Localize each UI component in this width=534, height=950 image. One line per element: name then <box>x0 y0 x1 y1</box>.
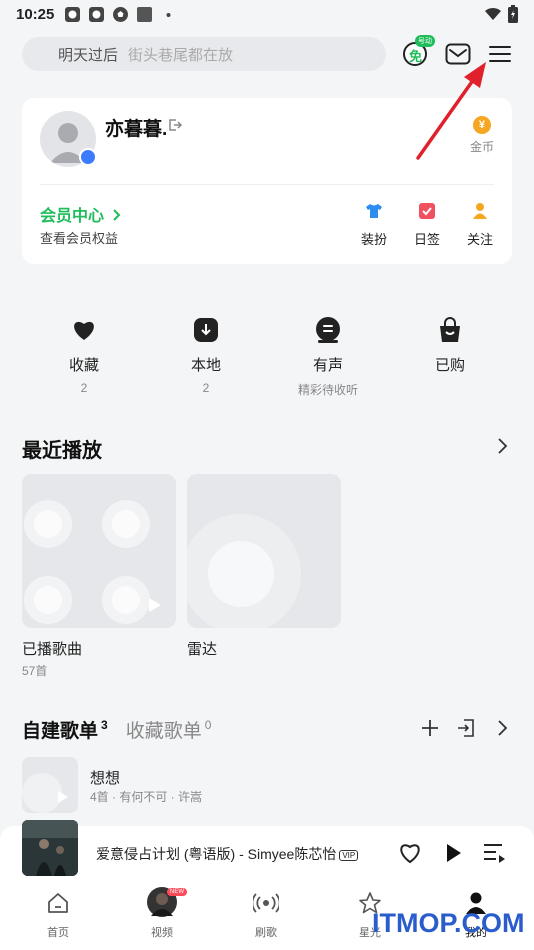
import-playlist-icon[interactable] <box>456 718 476 738</box>
playlist-meta: 4首 · 有何不可 · 许嵩 <box>90 790 203 804</box>
vip-center-label: 会员中心 <box>40 208 105 225</box>
tab-label: 自建歌单 <box>22 721 99 742</box>
divider <box>40 184 494 185</box>
nav-radio[interactable]: 刷歌 <box>231 890 301 940</box>
quick-link-label: 已购 <box>434 357 465 374</box>
square-notification-icon <box>137 6 153 22</box>
search-input[interactable]: 明天过后 街头巷尾都在放 <box>22 37 386 71</box>
audiobook-icon <box>316 317 340 343</box>
quick-link-count: 2 <box>80 381 88 395</box>
follow-button[interactable]: 关注 <box>460 202 500 248</box>
tile-label: 雷达 <box>187 641 218 658</box>
search-hint-secondary: 街头巷尾都在放 <box>128 46 234 64</box>
tile-label: 已播歌曲 <box>22 641 83 658</box>
song-name: 爱意侵占计划 (粤语版) - Simyee陈芯怡 <box>96 846 337 862</box>
playlist-tabs: 自建歌单 3 收藏歌单 0 <box>22 716 211 743</box>
now-playing-title[interactable]: 爱意侵占计划 (粤语版) - Simyee陈芯怡 VIP <box>96 844 359 864</box>
vip-center-link[interactable]: 会员中心 <box>40 202 122 226</box>
verified-badge-icon <box>79 148 97 166</box>
playlist-cover[interactable] <box>22 757 78 813</box>
nav-badge-new: NEW <box>167 888 187 896</box>
status-bar: 10:25 <box>0 0 534 28</box>
nav-video[interactable]: NEW 视频 <box>127 887 197 940</box>
quick-link-count: 2 <box>202 381 210 395</box>
chevron-right-icon[interactable] <box>496 719 508 737</box>
username[interactable]: 亦暮暮. <box>105 114 167 141</box>
quick-link-sub: 精彩待收听 <box>297 383 358 397</box>
tab-created-playlists[interactable]: 自建歌单 3 <box>22 716 108 743</box>
status-time: 10:25 <box>16 5 55 23</box>
download-icon <box>194 318 218 342</box>
home-icon <box>48 893 68 913</box>
logout-icon[interactable] <box>167 117 183 133</box>
tab-collected-playlists[interactable]: 收藏歌单 0 <box>126 716 212 743</box>
shopping-bag-icon <box>440 317 460 342</box>
quick-link-label: 收藏 <box>68 357 99 374</box>
app-notification-icon <box>89 6 105 22</box>
nav-label: 首页 <box>47 927 69 939</box>
vip-tag: VIP <box>339 849 359 861</box>
quick-link-favorites[interactable]: 收藏 2 <box>24 316 144 395</box>
quick-link-purchased[interactable]: 已购 <box>390 316 510 375</box>
tab-label: 收藏歌单 <box>125 721 202 742</box>
played-songs-cover <box>22 474 176 628</box>
search-hint-primary: 明天过后 <box>58 46 119 64</box>
like-heart-icon[interactable] <box>398 842 422 864</box>
person-icon <box>473 203 487 219</box>
calendar-check-icon <box>419 203 435 219</box>
daily-sign-label: 日签 <box>413 232 440 247</box>
heart-icon <box>74 321 94 340</box>
app-notification-icon <box>65 6 81 22</box>
tshirt-icon <box>366 204 382 218</box>
quick-link-local[interactable]: 本地 2 <box>146 316 266 395</box>
playlist-cover-art <box>22 757 78 813</box>
now-playing-cover[interactable] <box>22 820 78 876</box>
played-songs-tile[interactable] <box>22 474 176 628</box>
vip-subtitle: 查看会员权益 <box>40 231 119 246</box>
playlist-queue-icon[interactable] <box>482 842 506 864</box>
soccer-icon <box>113 6 129 22</box>
dot-icon <box>166 12 171 17</box>
add-playlist-icon[interactable] <box>421 719 439 737</box>
now-playing-art <box>22 820 78 876</box>
annotation-arrow <box>416 62 486 160</box>
tile-count: 57首 <box>22 664 48 678</box>
chevron-right-icon <box>113 209 121 221</box>
play-icon[interactable] <box>445 842 463 864</box>
nav-label: 视频 <box>151 927 173 939</box>
follow-label: 关注 <box>466 232 493 247</box>
tab-count: 3 <box>101 718 108 732</box>
nav-home[interactable]: 首页 <box>23 890 93 940</box>
recent-section-title: 最近播放 <box>22 440 102 462</box>
wifi-icon <box>485 7 501 20</box>
nav-label: 刷歌 <box>255 927 277 939</box>
playlist-title[interactable]: 想想 <box>90 767 120 788</box>
quick-link-audio[interactable]: 有声 精彩待收听 <box>268 316 388 398</box>
radar-tile[interactable] <box>187 474 341 628</box>
tab-count: 0 <box>204 718 212 732</box>
daily-sign-button[interactable]: 日签 <box>407 202 447 248</box>
radar-cover <box>187 474 341 628</box>
chevron-right-icon[interactable] <box>496 437 508 455</box>
free-badge-top: 号动 <box>415 35 435 47</box>
battery-icon <box>508 5 518 23</box>
watermark-logo: ITMOP.COM <box>372 908 525 938</box>
broadcast-icon <box>253 893 279 913</box>
dress-up-button[interactable]: 装扮 <box>354 202 394 248</box>
quick-link-label: 本地 <box>190 357 221 374</box>
quick-link-label: 有声 <box>312 357 343 374</box>
dress-up-label: 装扮 <box>360 232 387 247</box>
